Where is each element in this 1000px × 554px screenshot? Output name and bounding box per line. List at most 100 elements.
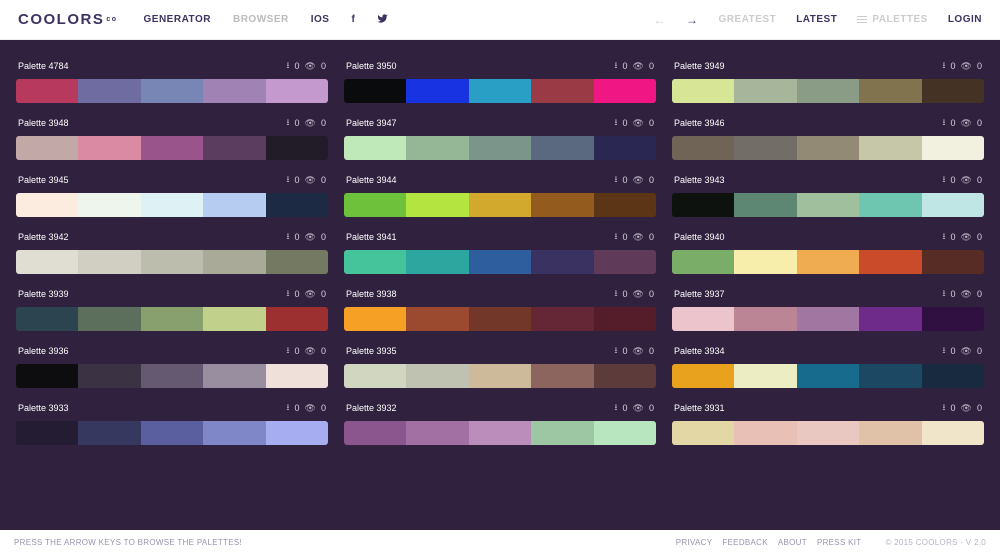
color-swatch[interactable] (734, 250, 796, 274)
download-icon[interactable]: ⭳ (942, 286, 945, 302)
color-swatch[interactable] (531, 193, 593, 217)
color-swatch[interactable] (797, 136, 859, 160)
color-swatch[interactable] (16, 364, 78, 388)
color-swatch[interactable] (16, 421, 78, 445)
color-swatch[interactable] (734, 136, 796, 160)
color-swatch[interactable] (531, 250, 593, 274)
color-swatch[interactable] (266, 136, 328, 160)
download-icon[interactable]: ⭳ (286, 115, 289, 131)
color-swatch[interactable] (594, 79, 656, 103)
views-icon[interactable]: 👁 (633, 118, 644, 129)
color-swatch[interactable] (469, 193, 531, 217)
color-swatch[interactable] (266, 193, 328, 217)
color-swatch[interactable] (141, 136, 203, 160)
color-swatch[interactable] (594, 421, 656, 445)
color-swatch[interactable] (469, 250, 531, 274)
color-swatch[interactable] (266, 79, 328, 103)
palette-card[interactable]: Palette 3941⭳0👁0 (344, 223, 656, 274)
nav-generator[interactable]: GENERATOR (144, 14, 211, 25)
nav-ios[interactable]: IOS (311, 14, 330, 25)
palette-card[interactable]: Palette 3948⭳0👁0 (16, 109, 328, 160)
views-icon[interactable]: 👁 (961, 61, 972, 72)
color-swatch[interactable] (406, 193, 468, 217)
color-swatch[interactable] (266, 364, 328, 388)
palette-card[interactable]: Palette 3935⭳0👁0 (344, 337, 656, 388)
color-swatch[interactable] (734, 421, 796, 445)
color-swatch[interactable] (406, 250, 468, 274)
palette-card[interactable]: Palette 3943⭳0👁0 (672, 166, 984, 217)
color-swatch[interactable] (78, 136, 140, 160)
color-swatch[interactable] (141, 421, 203, 445)
color-swatch[interactable] (16, 136, 78, 160)
color-swatch[interactable] (344, 79, 406, 103)
color-swatch[interactable] (922, 79, 984, 103)
color-swatch[interactable] (922, 364, 984, 388)
views-icon[interactable]: 👁 (633, 61, 644, 72)
color-swatch[interactable] (672, 250, 734, 274)
color-swatch[interactable] (78, 364, 140, 388)
download-icon[interactable]: ⭳ (614, 229, 617, 245)
download-icon[interactable]: ⭳ (942, 343, 945, 359)
color-swatch[interactable] (141, 193, 203, 217)
palette-card[interactable]: Palette 3932⭳0👁0 (344, 394, 656, 445)
views-icon[interactable]: 👁 (305, 232, 316, 243)
footer-presskit[interactable]: PRESS KIT (817, 538, 862, 547)
nav-palettes[interactable]: PALETTES (857, 14, 927, 25)
views-icon[interactable]: 👁 (961, 289, 972, 300)
views-icon[interactable]: 👁 (961, 175, 972, 186)
color-swatch[interactable] (266, 250, 328, 274)
color-swatch[interactable] (859, 421, 921, 445)
nav-login[interactable]: LOGIN (948, 14, 982, 25)
color-swatch[interactable] (406, 364, 468, 388)
color-swatch[interactable] (531, 136, 593, 160)
color-swatch[interactable] (141, 307, 203, 331)
views-icon[interactable]: 👁 (305, 118, 316, 129)
color-swatch[interactable] (203, 307, 265, 331)
palette-card[interactable]: Palette 3945⭳0👁0 (16, 166, 328, 217)
palette-card[interactable]: Palette 3937⭳0👁0 (672, 280, 984, 331)
color-swatch[interactable] (469, 307, 531, 331)
download-icon[interactable]: ⭳ (942, 400, 945, 416)
color-swatch[interactable] (344, 421, 406, 445)
palette-card[interactable]: Palette 3947⭳0👁0 (344, 109, 656, 160)
color-swatch[interactable] (406, 307, 468, 331)
color-swatch[interactable] (16, 250, 78, 274)
views-icon[interactable]: 👁 (305, 289, 316, 300)
prev-arrow-icon[interactable]: ← (653, 13, 666, 27)
color-swatch[interactable] (734, 79, 796, 103)
color-swatch[interactable] (672, 364, 734, 388)
color-swatch[interactable] (797, 79, 859, 103)
palette-card[interactable]: Palette 4784⭳0👁0 (16, 52, 328, 103)
color-swatch[interactable] (141, 79, 203, 103)
color-swatch[interactable] (734, 364, 796, 388)
download-icon[interactable]: ⭳ (614, 115, 617, 131)
color-swatch[interactable] (203, 250, 265, 274)
download-icon[interactable]: ⭳ (286, 286, 289, 302)
palette-card[interactable]: Palette 3940⭳0👁0 (672, 223, 984, 274)
color-swatch[interactable] (203, 136, 265, 160)
color-swatch[interactable] (141, 364, 203, 388)
color-swatch[interactable] (78, 250, 140, 274)
color-swatch[interactable] (16, 193, 78, 217)
color-swatch[interactable] (203, 364, 265, 388)
download-icon[interactable]: ⭳ (942, 58, 945, 74)
views-icon[interactable]: 👁 (305, 346, 316, 357)
color-swatch[interactable] (922, 250, 984, 274)
facebook-icon[interactable]: f (351, 14, 355, 25)
color-swatch[interactable] (469, 79, 531, 103)
color-swatch[interactable] (594, 136, 656, 160)
color-swatch[interactable] (344, 364, 406, 388)
color-swatch[interactable] (922, 193, 984, 217)
download-icon[interactable]: ⭳ (286, 229, 289, 245)
views-icon[interactable]: 👁 (961, 118, 972, 129)
color-swatch[interactable] (859, 364, 921, 388)
download-icon[interactable]: ⭳ (614, 286, 617, 302)
color-swatch[interactable] (266, 307, 328, 331)
twitter-icon[interactable] (377, 13, 388, 27)
palette-card[interactable]: Palette 3934⭳0👁0 (672, 337, 984, 388)
views-icon[interactable]: 👁 (961, 346, 972, 357)
download-icon[interactable]: ⭳ (286, 172, 289, 188)
color-swatch[interactable] (203, 79, 265, 103)
views-icon[interactable]: 👁 (633, 232, 644, 243)
color-swatch[interactable] (531, 421, 593, 445)
